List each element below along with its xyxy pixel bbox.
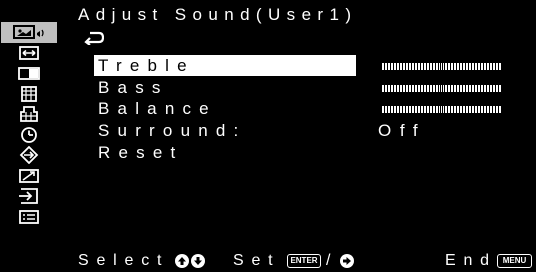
- sidebar-item-information[interactable]: [1, 207, 57, 228]
- menu-item-label: Treble: [98, 56, 195, 75]
- input-select-icon: [19, 188, 38, 205]
- osd-screen: Adjust Sound(User1) Treble Bass Balance …: [0, 0, 536, 272]
- sidebar-item-color-palette[interactable]: [1, 104, 57, 125]
- signal-icon: [19, 168, 39, 183]
- geometry-icon: [19, 45, 39, 60]
- page-title: Adjust Sound(User1): [78, 5, 358, 24]
- up-arrow-icon: [175, 254, 189, 268]
- menu-item-bass[interactable]: Bass: [94, 77, 356, 98]
- footer-help-bar: Select Set ENTER / End MENU: [0, 250, 536, 272]
- balance-slider[interactable]: [382, 105, 502, 114]
- surround-value: Off: [378, 121, 427, 140]
- sidebar-item-clock[interactable]: [1, 125, 57, 146]
- direction-setup-icon: [19, 146, 39, 165]
- sidebar-item-input-select[interactable]: [1, 186, 57, 207]
- sidebar-item-direction[interactable]: [1, 145, 57, 166]
- sidebar: [1, 22, 57, 250]
- menu-key: MENU: [497, 254, 532, 268]
- return-arrow-icon[interactable]: [84, 31, 104, 45]
- color-adjust-icon: [21, 85, 37, 102]
- sidebar-item-color-adjust[interactable]: [1, 84, 57, 105]
- treble-slider[interactable]: [382, 62, 502, 71]
- title-bar: Adjust Sound(User1): [0, 2, 536, 28]
- menu-item-label: Surround:: [98, 121, 247, 140]
- menu-item-label: Reset: [98, 143, 184, 162]
- picture-sound-icon: [13, 24, 44, 39]
- footer-separator: /: [326, 252, 331, 269]
- bass-slider[interactable]: [382, 84, 502, 93]
- down-arrow-icon: [191, 254, 205, 268]
- menu-item-label: Balance: [98, 99, 217, 118]
- enter-key: ENTER: [287, 254, 321, 268]
- sidebar-item-picture-sound[interactable]: [1, 22, 57, 43]
- footer-end-label: End: [445, 252, 497, 269]
- sidebar-item-geometry[interactable]: [1, 43, 57, 64]
- menu-item-balance[interactable]: Balance: [94, 98, 356, 119]
- menu-item-surround[interactable]: Surround:: [94, 120, 356, 141]
- menu-item-reset[interactable]: Reset: [94, 142, 356, 163]
- information-icon: [19, 209, 39, 224]
- footer-set-label: Set: [233, 252, 281, 269]
- clock-icon: [21, 126, 37, 143]
- menu-item-label: Bass: [98, 78, 169, 97]
- color-palette-icon: [20, 106, 38, 123]
- menu-item-treble[interactable]: Treble: [94, 55, 356, 76]
- sidebar-item-pip[interactable]: [1, 63, 57, 84]
- right-arrow-icon: [340, 254, 354, 268]
- adjust-sound-panel: Treble Bass Balance Surround: Off Reset: [60, 28, 536, 250]
- sidebar-item-signal[interactable]: [1, 166, 57, 187]
- footer-select-label: Select: [78, 252, 170, 269]
- pip-window-icon: [18, 67, 40, 81]
